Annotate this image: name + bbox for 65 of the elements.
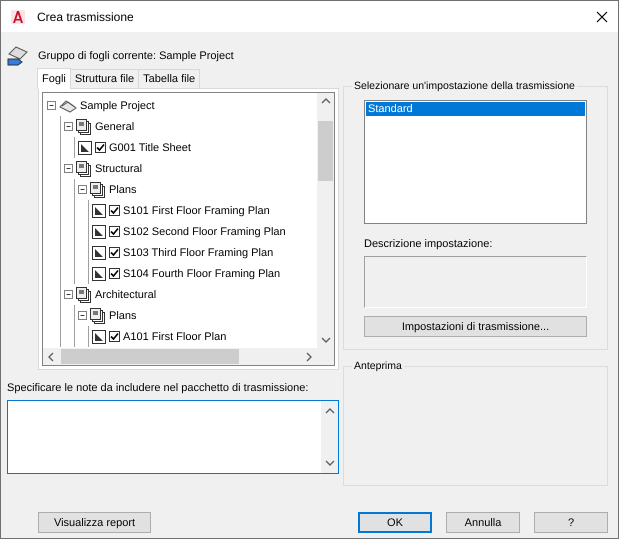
collapse-icon[interactable]: [64, 164, 73, 173]
transmittal-icon: [6, 44, 30, 68]
sheet-icon: [92, 224, 106, 238]
tree-item[interactable]: Structural: [95, 162, 142, 174]
list-item[interactable]: Standard: [366, 102, 585, 116]
tree-item[interactable]: Architectural: [95, 288, 156, 300]
dialog-button[interactable]: ?: [534, 512, 608, 533]
sheet-stack-icon: [90, 308, 106, 324]
scroll-right-icon[interactable]: [305, 352, 313, 362]
close-icon[interactable]: [596, 10, 608, 22]
group-title: Anteprima: [353, 360, 403, 372]
sheet-icon: [78, 140, 92, 154]
tree-item[interactable]: A101 First Floor Plan: [123, 330, 226, 342]
notes-field[interactable]: [7, 400, 339, 474]
group-title: Selezionare un'impostazione della trasmissione: [353, 80, 576, 92]
scroll-left-icon[interactable]: [47, 352, 55, 362]
sheet-checkbox[interactable]: [109, 226, 120, 237]
window-title: Crea trasmissione: [37, 10, 135, 24]
vertical-scrollbar[interactable]: [317, 93, 334, 348]
tree-item[interactable]: S102 Second Floor Framing Plan: [123, 226, 286, 238]
tree-item[interactable]: G001 Title Sheet: [109, 142, 191, 154]
sheet-stack-icon: [76, 118, 92, 134]
sheet-stack-icon: [76, 160, 92, 176]
sheet-checkbox[interactable]: [109, 247, 120, 258]
sheet-icon: [92, 246, 106, 260]
tree-item[interactable]: S104 Fourth Floor Framing Plan: [123, 268, 280, 280]
dialog-button[interactable]: Annulla: [446, 512, 520, 533]
collapse-icon[interactable]: [47, 101, 56, 110]
sheet-set-icon: [59, 98, 77, 112]
sheet-checkbox[interactable]: [109, 268, 120, 279]
scroll-up-icon[interactable]: [324, 407, 334, 415]
sheet-set-label: Gruppo di fogli corrente: Sample Project: [38, 50, 234, 62]
sheet-stack-icon: [76, 286, 92, 302]
tree-item[interactable]: General: [95, 120, 134, 132]
tree-item[interactable]: Sample Project: [80, 100, 155, 112]
sheet-checkbox[interactable]: [95, 142, 106, 153]
tree-item[interactable]: Plans: [109, 310, 137, 322]
sheet-icon: [92, 204, 106, 218]
horizontal-scrollbar[interactable]: [43, 348, 317, 365]
description-label: Descrizione impostazione:: [364, 238, 494, 250]
scroll-down-icon[interactable]: [320, 336, 330, 344]
scroll-up-icon[interactable]: [320, 97, 330, 105]
notes-label: Specificare le note da includere nel pacchetto di trasmissione:: [7, 382, 310, 394]
tab[interactable]: Fogli: [37, 68, 71, 89]
setup-list[interactable]: Standard: [364, 100, 587, 224]
sheet-stack-icon: [90, 182, 106, 198]
sheet-checkbox[interactable]: [109, 331, 120, 342]
sheet-icon: [92, 266, 106, 280]
collapse-icon[interactable]: [64, 122, 73, 131]
dialog-button[interactable]: Visualizza report: [38, 512, 151, 533]
sheet-icon: [92, 330, 106, 344]
tree-item[interactable]: S101 First Floor Framing Plan: [123, 204, 270, 216]
tree-item[interactable]: S103 Third Floor Framing Plan: [123, 246, 274, 258]
dialog-button[interactable]: OK: [358, 512, 432, 533]
collapse-icon[interactable]: [78, 185, 87, 194]
sheet-checkbox[interactable]: [109, 205, 120, 216]
scroll-down-icon[interactable]: [324, 459, 334, 467]
app-logo-icon: [11, 10, 25, 24]
collapse-icon[interactable]: [64, 290, 73, 299]
scroll-thumb[interactable]: [318, 120, 333, 180]
tab[interactable]: Tabella file: [138, 69, 200, 88]
collapse-icon[interactable]: [78, 311, 87, 320]
scroll-thumb[interactable]: [61, 349, 239, 364]
tree-item[interactable]: Plans: [109, 184, 137, 196]
setup-button[interactable]: Impostazioni di trasmissione...: [364, 316, 587, 337]
